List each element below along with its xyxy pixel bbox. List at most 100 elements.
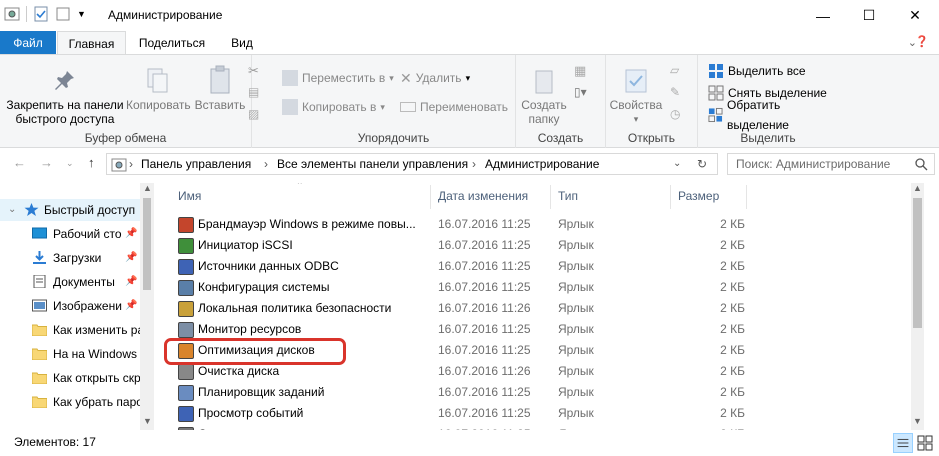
admin-tools-icon[interactable] <box>4 6 20 22</box>
copy-button[interactable]: Копировать <box>126 61 191 112</box>
navigation-bar: ← → ⌄ ↑ › Панель управления › Все элемен… <box>0 148 939 178</box>
table-row[interactable]: Инициатор iSCSI 16.07.2016 11:25 Ярлык 2 КБ <box>170 235 750 256</box>
details-view-icon[interactable] <box>893 433 913 453</box>
breadcrumb-admin[interactable]: Администрирование <box>485 157 599 171</box>
new-folder-icon[interactable] <box>55 6 71 22</box>
paste-label: Вставить <box>194 98 246 112</box>
delete-button[interactable]: ✕ Удалить ▾ <box>400 68 470 88</box>
file-size: 2 КБ <box>720 343 745 357</box>
expand-chevron-icon[interactable]: ⌄ <box>8 199 16 221</box>
help-icon[interactable]: ❓ <box>915 35 929 48</box>
column-divider[interactable] <box>746 185 747 209</box>
sort-ascending-icon: ⌃ <box>296 183 304 190</box>
paste-shortcut-icon[interactable]: ▨ <box>248 107 259 121</box>
tab-share[interactable]: Поделиться <box>130 31 214 55</box>
invert-selection-label: Обратить выделение <box>726 98 789 132</box>
breadcrumb-separator-icon[interactable]: › <box>472 157 476 171</box>
status-bar: Элементов: 17 <box>0 430 939 456</box>
file-size: 2 КБ <box>720 385 745 399</box>
properties-button[interactable]: Свойства ▾ <box>608 61 664 126</box>
address-dropdown-chevron-icon[interactable]: ⌄ <box>673 158 681 169</box>
pin-quick-access-button[interactable]: Закрепить на панели быстрого доступа <box>4 61 126 126</box>
maximize-button[interactable]: ☐ <box>846 0 892 31</box>
file-date: 16.07.2016 11:25 <box>438 259 531 273</box>
breadcrumb-all-items[interactable]: Все элементы панели управления <box>277 157 468 171</box>
search-input[interactable]: Поиск: Администрирование <box>727 153 935 175</box>
highlight-annotation <box>164 338 346 365</box>
open-group-label: Открыть <box>627 131 676 145</box>
column-divider[interactable] <box>430 185 431 209</box>
column-divider[interactable] <box>670 185 671 209</box>
tab-home[interactable]: Главная <box>57 31 126 55</box>
navpane-folder[interactable]: На на Windows <box>0 343 140 365</box>
address-bar[interactable]: › Панель управления › Все элементы панел… <box>106 153 718 175</box>
close-button[interactable]: ✕ <box>892 0 938 31</box>
new-folder-button[interactable]: Создать папку <box>518 61 570 126</box>
tab-file[interactable]: Файл <box>0 31 56 55</box>
table-row[interactable]: Локальная политика безопасности 16.07.201… <box>170 298 750 319</box>
edit-icon[interactable]: ✎ <box>670 85 680 99</box>
tab-view[interactable]: Вид <box>220 31 264 55</box>
table-row[interactable]: Брандмауэр Windows в режиме повы... 16.07… <box>170 214 750 235</box>
refresh-icon[interactable]: ↻ <box>697 157 707 171</box>
file-size: 2 КБ <box>720 406 745 420</box>
up-arrow-icon[interactable]: ↑ <box>88 155 95 170</box>
properties-icon[interactable] <box>33 6 49 22</box>
invert-selection-button[interactable]: Обратить выделение <box>708 98 838 132</box>
navpane-scroll-thumb[interactable] <box>143 198 151 290</box>
navpane-downloads[interactable]: Загрузки 📌 <box>0 247 140 269</box>
table-row[interactable]: Планировщик заданий 16.07.2016 11:25 Ярлык… <box>170 382 750 403</box>
copy-path-icon[interactable]: ▤ <box>248 85 259 99</box>
scroll-up-icon[interactable]: ▲ <box>143 183 152 193</box>
table-row[interactable]: Монитор ресурсов 16.07.2016 11:25 Ярлык 2 К… <box>170 319 750 340</box>
scroll-up-icon[interactable]: ▲ <box>913 183 922 193</box>
forward-arrow-icon[interactable]: → <box>40 155 53 170</box>
rename-button[interactable]: Переименовать <box>400 97 508 117</box>
select-all-button[interactable]: Выделить все <box>708 61 806 81</box>
navpane-folder-label: На на Windows <box>53 347 137 361</box>
file-date: 16.07.2016 11:25 <box>438 406 531 420</box>
breadcrumb-separator-icon[interactable]: › <box>264 157 268 171</box>
navpane-folder[interactable]: Как изменить ра <box>0 319 140 341</box>
navpane-documents[interactable]: Документы 📌 <box>0 271 140 293</box>
large-icons-view-icon[interactable] <box>915 433 935 453</box>
paste-button[interactable]: Вставить <box>192 61 248 112</box>
column-header-size[interactable]: Размер <box>678 183 719 209</box>
back-arrow-icon[interactable]: ← <box>13 155 26 170</box>
navpane-desktop[interactable]: Рабочий сто 📌 <box>0 223 140 245</box>
easy-access-icon[interactable]: ▯▾ <box>574 85 587 99</box>
scroll-down-icon[interactable]: ▼ <box>913 416 922 426</box>
minimize-button[interactable]: — <box>800 0 846 31</box>
cut-icon[interactable]: ✂ <box>248 63 259 79</box>
filelist-scroll-thumb[interactable] <box>913 198 922 328</box>
file-name: Планировщик заданий <box>198 385 325 399</box>
file-date: 16.07.2016 11:25 <box>438 385 531 399</box>
column-header-type[interactable]: Тип <box>558 183 578 209</box>
column-header-date[interactable]: Дата изменения <box>438 183 528 209</box>
navpane-quick-access[interactable]: ⌄ Быстрый доступ <box>0 199 140 221</box>
navpane-scrollbar[interactable]: ▲ ▼ <box>140 183 154 430</box>
navpane-folder[interactable]: Как открыть скр <box>0 367 140 389</box>
navpane-pictures[interactable]: Изображени 📌 <box>0 295 140 317</box>
move-to-button[interactable]: Переместить в ▾ <box>282 68 394 88</box>
column-divider[interactable] <box>550 185 551 209</box>
table-row[interactable]: Просмотр событий 16.07.2016 11:25 Ярлык 2 К… <box>170 403 750 424</box>
recent-locations-chevron-icon[interactable]: ⌄ <box>66 158 74 169</box>
file-name: Монитор ресурсов <box>198 322 302 336</box>
file-size: 2 КБ <box>720 322 745 336</box>
breadcrumb-control-panel[interactable]: Панель управления <box>141 157 251 171</box>
history-icon[interactable]: ◷ <box>670 107 680 121</box>
filelist-scrollbar[interactable]: ▲ ▼ <box>911 183 924 430</box>
navpane-folder[interactable]: Как убрать паро <box>0 391 140 413</box>
open-icon[interactable]: ▱ <box>670 63 679 77</box>
copy-to-button[interactable]: Копировать в ▾ <box>282 97 385 117</box>
pin-icon <box>55 71 74 90</box>
customize-qat-chevron-icon[interactable]: ▼ <box>77 9 86 19</box>
title-bar: ▼ Администрирование — ☐ ✕ <box>0 0 939 31</box>
control-panel-icon <box>111 158 127 172</box>
table-row[interactable]: Источники данных ODBC 16.07.2016 11:25 Ярл… <box>170 256 750 277</box>
table-row[interactable]: Конфигурация системы 16.07.2016 11:25 Ярлы… <box>170 277 750 298</box>
column-header-name[interactable]: Имя <box>178 183 201 209</box>
scroll-down-icon[interactable]: ▼ <box>143 416 152 426</box>
new-item-icon[interactable]: ▦ <box>574 63 586 79</box>
